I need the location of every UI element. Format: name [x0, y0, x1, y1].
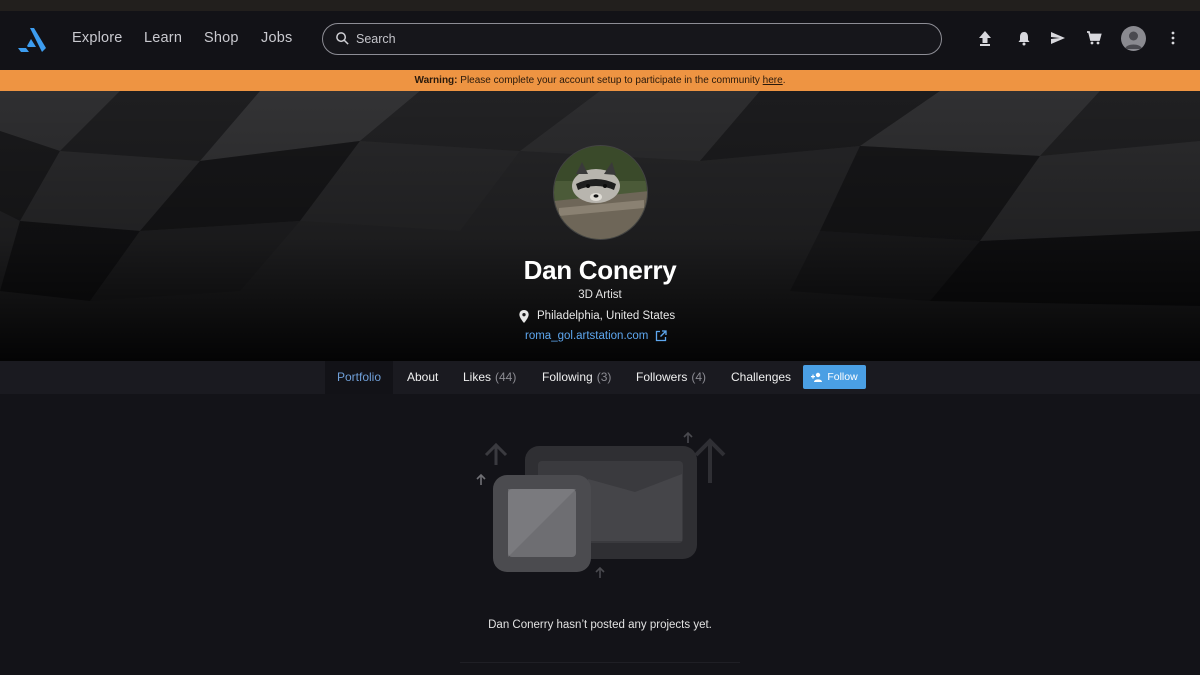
tab-followers-label: Followers [636, 370, 688, 384]
tab-portfolio-label: Portfolio [337, 370, 382, 384]
tab-likes[interactable]: Likes (44) [451, 361, 528, 394]
top-navbar: Explore Learn Shop Jobs [0, 11, 1200, 70]
tab-following-label: Following [542, 370, 593, 384]
window-top-strip [0, 0, 1200, 11]
warning-link[interactable]: here [763, 75, 783, 86]
tab-challenges[interactable]: Challenges [719, 361, 803, 394]
warning-text: Please complete your account setup to pa… [457, 75, 763, 86]
send-icon[interactable] [1048, 28, 1068, 48]
profile-website-link[interactable]: roma_gol.artstation.com [525, 328, 668, 344]
profile-tabs: Portfolio About Likes (44) Following (3) F… [0, 361, 1200, 394]
profile-website-text[interactable]: roma_gol.artstation.com [525, 330, 648, 342]
nav-link-jobs[interactable]: Jobs [261, 30, 292, 46]
more-vertical-icon[interactable] [1163, 28, 1183, 48]
bell-icon[interactable] [1014, 28, 1034, 48]
tab-following[interactable]: Following (3) [530, 361, 623, 394]
search-icon [336, 32, 349, 45]
tab-likes-count: (44) [495, 370, 517, 384]
tab-about-label: About [407, 370, 439, 384]
tab-followers-count: (4) [691, 370, 707, 384]
upload-icon[interactable] [975, 28, 995, 48]
avatar[interactable] [1121, 26, 1146, 51]
nav-link-learn[interactable]: Learn [144, 30, 182, 46]
cart-icon[interactable] [1084, 28, 1104, 48]
location-pin-icon [519, 309, 529, 323]
warning-banner: Warning: Please complete your account se… [0, 70, 1200, 91]
tab-following-count: (3) [596, 370, 612, 384]
profile-location: Philadelphia, United States [518, 308, 675, 324]
search-box[interactable] [322, 23, 942, 55]
warning-label: Warning: [414, 75, 458, 86]
divider [460, 662, 740, 663]
profile-hero: Dan Conerry 3D Artist Philadelphia, Unit… [0, 91, 1200, 361]
external-link-icon[interactable] [655, 330, 668, 342]
nav-link-shop[interactable]: Shop [204, 30, 239, 46]
profile-avatar[interactable] [553, 145, 648, 240]
search-input[interactable] [356, 29, 916, 49]
raccoon-avatar-image [554, 146, 647, 239]
empty-portfolio-illustration [476, 431, 726, 578]
nav-link-explore[interactable]: Explore [72, 30, 123, 46]
tab-about[interactable]: About [395, 361, 450, 394]
tab-portfolio[interactable]: Portfolio [325, 361, 394, 394]
user-icon [1125, 31, 1142, 49]
profile-location-text: Philadelphia, United States [537, 310, 676, 322]
profile-title: 3D Artist [578, 289, 622, 301]
empty-message: Dan Conerry hasn’t posted any projects y… [488, 619, 712, 631]
tab-likes-label: Likes [463, 370, 492, 384]
tab-followers[interactable]: Followers (4) [624, 361, 718, 394]
tab-challenges-label: Challenges [731, 370, 792, 384]
follow-button-label: Follow [827, 371, 858, 383]
artstation-logo-icon[interactable] [17, 27, 47, 53]
warning-end: . [782, 75, 786, 86]
profile-name: Dan Conerry [523, 255, 677, 285]
follow-button[interactable]: Follow [803, 365, 866, 389]
add-user-icon [811, 372, 823, 382]
